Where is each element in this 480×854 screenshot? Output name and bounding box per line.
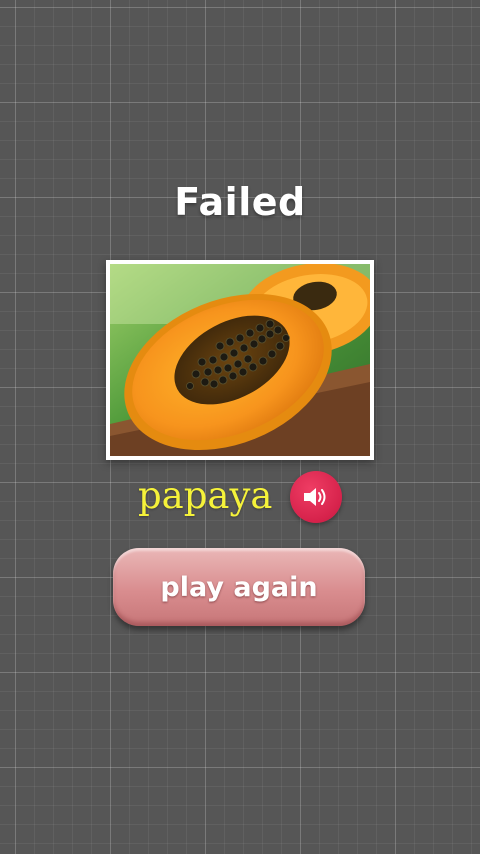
speak-word-button[interactable] <box>290 471 342 523</box>
fruit-word: papaya <box>138 474 273 517</box>
play-again-button[interactable]: play again <box>113 548 365 626</box>
fruit-image <box>106 260 374 460</box>
papaya-image <box>110 264 370 456</box>
speaker-icon <box>304 488 326 506</box>
play-again-label: play again <box>160 572 318 603</box>
result-title: Failed <box>174 180 306 224</box>
word-row: papaya <box>0 466 480 526</box>
